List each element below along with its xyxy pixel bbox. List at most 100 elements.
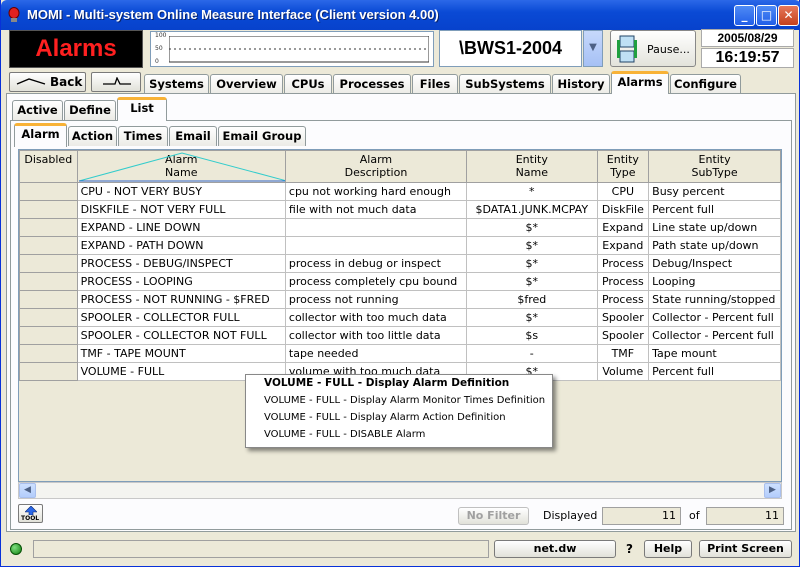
cell-entity-type: Expand	[596, 218, 650, 237]
cell-entity-subtype: Tape mount	[648, 344, 781, 363]
forward-button[interactable]	[91, 72, 141, 92]
cell-disabled	[19, 254, 78, 273]
cell-alarm-name: PROCESS - LOOPING	[76, 272, 286, 291]
tab-alarms[interactable]: Alarms	[611, 71, 669, 94]
cell-entity-subtype: Debug/Inspect	[648, 254, 781, 273]
column-header-entity-type[interactable]: Entity Type	[596, 150, 650, 183]
cell-entity-subtype: State running/stopped	[648, 290, 781, 309]
print-screen-button[interactable]: Print Screen	[699, 540, 792, 558]
tab-systems[interactable]: Systems	[144, 74, 209, 94]
pause-servers-icon	[617, 35, 637, 63]
cell-entity-name: *	[466, 182, 598, 201]
back-button[interactable]: Back	[9, 72, 86, 92]
tool-label: TOOL	[21, 515, 40, 522]
minimize-button[interactable]: _	[734, 5, 755, 26]
close-button[interactable]: ✕	[778, 5, 799, 26]
table-row[interactable]: PROCESS - LOOPING process completely cpu …	[19, 272, 781, 291]
help-question-icon[interactable]: ?	[626, 542, 633, 556]
context-menu: VOLUME - FULL - Display Alarm Definition…	[245, 374, 553, 448]
cell-entity-subtype: Collector - Percent full	[648, 326, 781, 345]
cell-disabled	[19, 308, 78, 327]
cell-disabled	[19, 218, 78, 237]
tab-alarm[interactable]: Alarm	[14, 123, 67, 147]
tab-active[interactable]: Active	[12, 100, 63, 120]
tool-button[interactable]: TOOL	[18, 504, 43, 523]
table-row[interactable]: PROCESS - NOT RUNNING - $FRED process not…	[19, 290, 781, 309]
help-button[interactable]: Help	[644, 540, 692, 558]
menu-item-disable-alarm[interactable]: VOLUME - FULL - DISABLE Alarm	[246, 426, 552, 443]
table-row[interactable]: EXPAND - PATH DOWN $* Expand Path state up/…	[19, 236, 781, 255]
table-row[interactable]: CPU - NOT VERY BUSY cpu not working hard …	[19, 182, 781, 201]
cell-entity-type: Spooler	[596, 308, 650, 327]
cell-entity-subtype: Path state up/down	[648, 236, 781, 255]
cell-alarm-name: PROCESS - DEBUG/INSPECT	[76, 254, 286, 273]
table-row[interactable]: TMF - TAPE MOUNT tape needed - TMF Tape moun…	[19, 344, 781, 363]
menu-item-display-monitor-times[interactable]: VOLUME - FULL - Display Alarm Monitor Ti…	[246, 392, 552, 409]
tab-define[interactable]: Define	[64, 100, 116, 120]
tab-email[interactable]: Email	[169, 126, 217, 146]
cell-entity-name: -	[466, 344, 598, 363]
cell-description	[284, 236, 468, 255]
cell-alarm-name: TMF - TAPE MOUNT	[76, 344, 286, 363]
cell-alarm-name: PROCESS - NOT RUNNING - $FRED	[76, 290, 286, 309]
total-count: 11	[706, 507, 784, 525]
cell-entity-type: Volume	[596, 362, 650, 381]
tab-list[interactable]: List	[117, 97, 167, 121]
forward-arrow-icon	[103, 77, 131, 85]
column-header-entity-subtype[interactable]: Entity SubType	[648, 150, 781, 183]
title-bar[interactable]: MOMI - Multi-system Online Measure Inter…	[1, 0, 800, 30]
tab-files[interactable]: Files	[412, 74, 458, 94]
displayed-label: Displayed	[543, 509, 598, 522]
tab-configure[interactable]: Configure	[670, 74, 741, 94]
alarm-table: Disabled Alarm Name Alarm Description Enti…	[19, 150, 781, 381]
menu-item-display-action-definition[interactable]: VOLUME - FULL - Display Alarm Action Def…	[246, 409, 552, 426]
cell-description: cpu not working hard enough	[284, 182, 468, 201]
horizontal-scrollbar[interactable]: ◀ ▶	[18, 482, 782, 499]
table-row[interactable]: DISKFILE - NOT VERY FULL file with not mu…	[19, 200, 781, 219]
system-selector[interactable]: \BWS1-2004	[439, 30, 582, 67]
main-window: MOMI - Multi-system Online Measure Inter…	[0, 0, 800, 567]
tab-action[interactable]: Action	[68, 126, 117, 146]
server-button[interactable]: net.dw	[494, 540, 616, 558]
cell-alarm-name: SPOOLER - COLLECTOR FULL	[76, 308, 286, 327]
tab-history[interactable]: History	[552, 74, 610, 94]
column-header-disabled[interactable]: Disabled	[19, 150, 78, 183]
system-dropdown-button[interactable]: ▼	[583, 30, 603, 67]
menu-item-display-alarm-definition[interactable]: VOLUME - FULL - Display Alarm Definition	[246, 375, 552, 392]
sort-indicator-icon	[78, 152, 285, 182]
pause-button[interactable]: Pause...	[610, 30, 696, 67]
cell-entity-subtype: Collector - Percent full	[648, 308, 781, 327]
cell-alarm-name: SPOOLER - COLLECTOR NOT FULL	[76, 326, 286, 345]
column-header-alarm-name[interactable]: Alarm Name	[76, 150, 286, 183]
cell-entity-subtype: Percent full	[648, 362, 781, 381]
table-row[interactable]: SPOOLER - COLLECTOR FULL collector with t…	[19, 308, 781, 327]
column-header-alarm-description[interactable]: Alarm Description	[284, 150, 468, 183]
table-row[interactable]: SPOOLER - COLLECTOR NOT FULL collector wi…	[19, 326, 781, 345]
tab-email-group[interactable]: Email Group	[218, 126, 306, 146]
tab-overview[interactable]: Overview	[210, 74, 283, 94]
maximize-button[interactable]: □	[756, 5, 777, 26]
scroll-left-icon[interactable]: ◀	[19, 483, 36, 498]
cell-disabled	[19, 272, 78, 291]
tab-subsystems[interactable]: SubSystems	[459, 74, 551, 94]
cell-description: process completely cpu bound	[284, 272, 468, 291]
cell-description: collector with too much data	[284, 308, 468, 327]
table-row[interactable]: PROCESS - DEBUG/INSPECT process in debug …	[19, 254, 781, 273]
cell-alarm-name: DISKFILE - NOT VERY FULL	[76, 200, 286, 219]
no-filter-button[interactable]: No Filter	[458, 507, 529, 525]
cell-entity-type: Process	[596, 272, 650, 291]
cell-entity-subtype: Line state up/down	[648, 218, 781, 237]
cell-entity-name: $*	[466, 272, 598, 291]
scroll-right-icon[interactable]: ▶	[764, 483, 781, 498]
cell-disabled	[19, 290, 78, 309]
tab-cpus[interactable]: CPUs	[284, 74, 332, 94]
graph-label-max: 100	[155, 32, 167, 39]
cell-entity-type: DiskFile	[596, 200, 650, 219]
tab-times[interactable]: Times	[118, 126, 168, 146]
column-header-entity-name[interactable]: Entity Name	[466, 150, 598, 183]
pause-label: Pause...	[647, 43, 690, 56]
tab-processes[interactable]: Processes	[333, 74, 411, 94]
table-row[interactable]: EXPAND - LINE DOWN $* Expand Line state up/…	[19, 218, 781, 237]
cell-description: process not running	[284, 290, 468, 309]
cell-entity-type: Expand	[596, 236, 650, 255]
